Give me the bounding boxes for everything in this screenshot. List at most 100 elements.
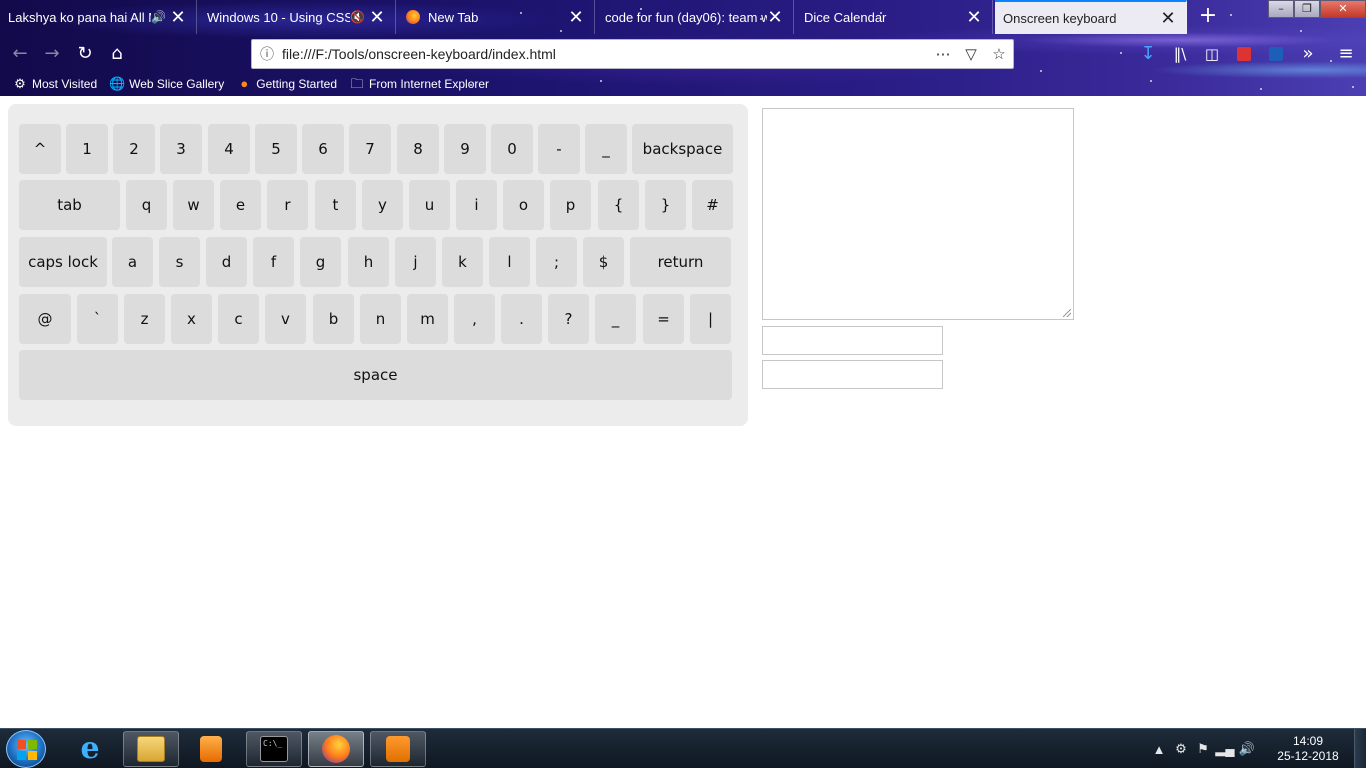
key-r3k0[interactable]: @: [19, 294, 71, 344]
muted-icon[interactable]: 🔇: [350, 10, 365, 24]
url-text[interactable]: file:///F:/Tools/onscreen-keyboard/index…: [282, 46, 929, 62]
key-return[interactable]: return: [630, 237, 731, 287]
back-arrow-icon[interactable]: ←: [8, 42, 32, 66]
key-backspace[interactable]: backspace: [632, 124, 733, 174]
close-tab-icon[interactable]: ✕: [767, 8, 783, 26]
key-r1k2[interactable]: w: [173, 180, 214, 230]
taskbar-internet-explorer[interactable]: e: [62, 731, 118, 767]
close-tab-icon[interactable]: ✕: [170, 8, 186, 26]
info-icon[interactable]: ⓘ: [252, 44, 282, 64]
key-r3k12[interactable]: _: [595, 294, 636, 344]
bookmark-item[interactable]: 🗀 From Internet Explorer: [349, 76, 490, 92]
key-r0k4[interactable]: 4: [208, 124, 250, 174]
page-actions-icon[interactable]: ⋯: [929, 45, 957, 63]
key-r1k13[interactable]: #: [692, 180, 733, 230]
reload-icon[interactable]: ↻: [73, 42, 97, 66]
key-r2k9[interactable]: l: [489, 237, 530, 287]
tab-6[interactable]: Onscreen keyboard ✕: [995, 0, 1187, 34]
restore-icon[interactable]: ❐: [1294, 0, 1320, 18]
taskbar-command-prompt[interactable]: C:\_: [246, 731, 302, 767]
bookmark-item[interactable]: ● Getting Started: [236, 76, 337, 92]
downloads-icon[interactable]: ↧: [1136, 42, 1160, 66]
key-r2k2[interactable]: s: [159, 237, 200, 287]
key-r2k6[interactable]: h: [348, 237, 389, 287]
key-r0k6[interactable]: 6: [302, 124, 344, 174]
key-r0k8[interactable]: 8: [397, 124, 439, 174]
close-window-icon[interactable]: ✕: [1320, 0, 1366, 18]
taskbar-file-explorer[interactable]: [123, 731, 179, 767]
key-r3k8[interactable]: m: [407, 294, 448, 344]
key-r0k10[interactable]: 0: [491, 124, 533, 174]
show-hidden-icons-icon[interactable]: ▲: [1148, 742, 1170, 757]
key-r0k12[interactable]: _: [585, 124, 627, 174]
home-icon[interactable]: ⌂: [105, 42, 129, 66]
key-r2k10[interactable]: ;: [536, 237, 577, 287]
key-r1k9[interactable]: o: [503, 180, 544, 230]
key-r0k2[interactable]: 2: [113, 124, 155, 174]
bookmark-star-icon[interactable]: ☆: [985, 45, 1013, 63]
key-r0k3[interactable]: 3: [160, 124, 202, 174]
speaker-icon[interactable]: 🔊: [151, 10, 166, 24]
resize-grip-icon[interactable]: [1063, 309, 1071, 317]
bookmark-item[interactable]: 🌐 Web Slice Gallery: [109, 76, 224, 92]
overflow-chevron-icon[interactable]: »: [1296, 42, 1320, 66]
close-tab-icon[interactable]: ✕: [568, 8, 584, 26]
key-r2k8[interactable]: k: [442, 237, 483, 287]
taskbar-sublime-text[interactable]: [370, 731, 426, 767]
key-r2k5[interactable]: g: [300, 237, 341, 287]
tab-5[interactable]: Dice Calendar ✕: [796, 0, 993, 34]
signal-bars-icon[interactable]: ▂▄: [1214, 741, 1236, 757]
key-r1k3[interactable]: e: [220, 180, 261, 230]
library-icon[interactable]: ‖\: [1168, 42, 1192, 66]
key-tab[interactable]: tab: [19, 180, 120, 230]
close-tab-icon[interactable]: ✕: [369, 8, 385, 26]
key-r1k12[interactable]: }: [645, 180, 686, 230]
key-r3k2[interactable]: z: [124, 294, 165, 344]
key-r0k0[interactable]: ^: [19, 124, 61, 174]
tab-1[interactable]: Lakshya ko pana hai All Mo 🔊 ✕: [0, 0, 197, 34]
key-r3k10[interactable]: .: [501, 294, 542, 344]
close-tab-icon[interactable]: ✕: [1160, 9, 1176, 27]
key-r3k11[interactable]: ?: [548, 294, 589, 344]
action-center-flag-icon[interactable]: ⚑: [1192, 741, 1214, 757]
key-r2k7[interactable]: j: [395, 237, 436, 287]
taskbar-firefox[interactable]: [308, 731, 364, 767]
key-r1k1[interactable]: q: [126, 180, 167, 230]
key-r3k14[interactable]: |: [690, 294, 731, 344]
tab-4[interactable]: code for fun (day06): team wo ✕: [597, 0, 794, 34]
text-input-1[interactable]: [762, 326, 943, 355]
sidebar-icon[interactable]: ◫: [1200, 42, 1224, 66]
minimize-icon[interactable]: –: [1268, 0, 1294, 18]
clock[interactable]: 14:09 25-12-2018: [1266, 734, 1350, 764]
key-r2k1[interactable]: a: [112, 237, 153, 287]
key-r1k4[interactable]: r: [267, 180, 308, 230]
taskbar-media-player[interactable]: [183, 731, 239, 767]
tab-3[interactable]: New Tab ✕: [398, 0, 595, 34]
key-r2k4[interactable]: f: [253, 237, 294, 287]
menu-hamburger-icon[interactable]: ≡: [1334, 42, 1358, 66]
start-button[interactable]: [6, 730, 46, 768]
key-r3k7[interactable]: n: [360, 294, 401, 344]
key-r1k10[interactable]: p: [550, 180, 591, 230]
volume-icon[interactable]: 🔊: [1236, 741, 1258, 757]
forward-arrow-icon[interactable]: →: [40, 42, 64, 66]
url-bar[interactable]: ⓘ file:///F:/Tools/onscreen-keyboard/ind…: [251, 39, 1014, 69]
show-desktop-button[interactable]: [1354, 729, 1366, 768]
key-r1k8[interactable]: i: [456, 180, 497, 230]
key-r0k1[interactable]: 1: [66, 124, 108, 174]
key-r3k5[interactable]: v: [265, 294, 306, 344]
key-r1k11[interactable]: {: [598, 180, 639, 230]
key-r3k6[interactable]: b: [313, 294, 354, 344]
stats-extension-icon[interactable]: [1264, 42, 1288, 66]
text-input-2[interactable]: [762, 360, 943, 389]
key-r1k7[interactable]: u: [409, 180, 450, 230]
key-r3k9[interactable]: ,: [454, 294, 495, 344]
key-caps-lock[interactable]: caps lock: [19, 237, 107, 287]
output-textarea[interactable]: [762, 108, 1074, 320]
key-space[interactable]: space: [19, 350, 732, 400]
key-r3k1[interactable]: `: [77, 294, 118, 344]
network-user-icon[interactable]: ⚙: [1170, 741, 1192, 757]
close-tab-icon[interactable]: ✕: [966, 8, 982, 26]
key-r0k11[interactable]: -: [538, 124, 580, 174]
key-r1k5[interactable]: t: [315, 180, 356, 230]
